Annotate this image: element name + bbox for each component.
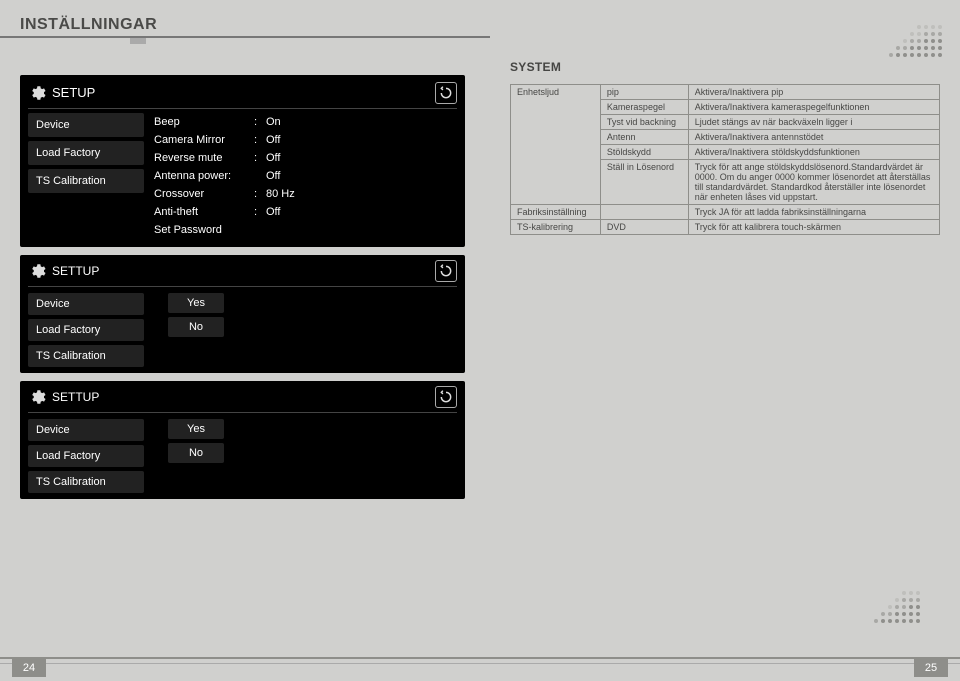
sidebar-item-device[interactable]: Device [28, 293, 144, 315]
dot-decoration-bottom [874, 591, 920, 626]
setup-panel-title: SETUP [52, 85, 95, 100]
setting-set-password[interactable]: Set Password [154, 221, 457, 239]
sidebar-item-load-factory[interactable]: Load Factory [28, 445, 144, 467]
gear-icon [28, 84, 46, 102]
setting-camera-mirror[interactable]: Camera Mirror:Off [154, 131, 457, 149]
compact2-sidebar: Device Load Factory TS Calibration [28, 417, 144, 493]
cell-enhetsljud: Enhetsljud [511, 85, 601, 205]
compact1-header: SETTUP [28, 259, 457, 287]
cell: Ljudet stängs av när backväxeln ligger i [688, 115, 939, 130]
back-button[interactable] [435, 260, 457, 282]
back-button[interactable] [435, 386, 457, 408]
cell: Aktivera/Inaktivera kameraspegelfunktion… [688, 100, 939, 115]
gear-icon [28, 262, 46, 280]
yes-button[interactable]: Yes [168, 419, 224, 439]
sidebar-item-ts-calibration[interactable]: TS Calibration [28, 471, 144, 493]
table-row: Enhetsljud pip Aktivera/Inaktivera pip [511, 85, 940, 100]
setting-antenna-power[interactable]: Antenna power:Off [154, 167, 457, 185]
system-table: Enhetsljud pip Aktivera/Inaktivera pip K… [510, 84, 940, 235]
cell [600, 205, 688, 220]
sidebar-item-device[interactable]: Device [28, 113, 144, 137]
back-button[interactable] [435, 82, 457, 104]
page-title: INSTÄLLNINGAR [20, 16, 157, 34]
cell: DVD [600, 220, 688, 235]
header-notch-decoration [130, 38, 146, 44]
compact1-main: Yes No [144, 291, 457, 367]
setup-main: Beep:On Camera Mirror:Off Reverse mute:O… [144, 113, 457, 239]
compact1-title: SETTUP [52, 264, 99, 278]
setting-reverse-mute[interactable]: Reverse mute:Off [154, 149, 457, 167]
cell: Tyst vid backning [600, 115, 688, 130]
gear-icon [28, 388, 46, 406]
cell: Aktivera/Inaktivera pip [688, 85, 939, 100]
table-row: Fabriksinställning Tryck JA för att ladd… [511, 205, 940, 220]
compact1-sidebar: Device Load Factory TS Calibration [28, 291, 144, 367]
header-underline [0, 36, 490, 38]
dot-decoration-top [889, 25, 942, 60]
sidebar-item-load-factory[interactable]: Load Factory [28, 319, 144, 341]
cell: Aktivera/Inaktivera antennstödet [688, 130, 939, 145]
setting-crossover[interactable]: Crossover:80 Hz [154, 185, 457, 203]
right-column: SYSTEM Enhetsljud pip Aktivera/Inaktiver… [510, 60, 940, 235]
sidebar-item-ts-calibration[interactable]: TS Calibration [28, 169, 144, 193]
cell: TS-kalibrering [511, 220, 601, 235]
compact2-title: SETTUP [52, 390, 99, 404]
sidebar-item-ts-calibration[interactable]: TS Calibration [28, 345, 144, 367]
setting-beep[interactable]: Beep:On [154, 113, 457, 131]
cell: Fabriksinställning [511, 205, 601, 220]
setting-anti-theft[interactable]: Anti-theft:Off [154, 203, 457, 221]
cell: Antenn [600, 130, 688, 145]
yes-button[interactable]: Yes [168, 293, 224, 313]
cell: pip [600, 85, 688, 100]
cell: Tryck JA för att ladda fabriksinställnin… [688, 205, 939, 220]
setup-panel: SETUP Device Load Factory TS Calibration… [20, 75, 465, 247]
cell: Tryck för att ange stöldskyddslösenord.S… [688, 160, 939, 205]
compact-panel-2: SETTUP Device Load Factory TS Calibratio… [20, 381, 465, 499]
no-button[interactable]: No [168, 317, 224, 337]
compact-panel-1: SETTUP Device Load Factory TS Calibratio… [20, 255, 465, 373]
cell: Ställ in Lösenord [600, 160, 688, 205]
cell: Stöldskydd [600, 145, 688, 160]
no-button[interactable]: No [168, 443, 224, 463]
page-number-left: 24 [12, 659, 46, 677]
setup-sidebar: Device Load Factory TS Calibration [28, 113, 144, 239]
compact2-header: SETTUP [28, 385, 457, 413]
sidebar-item-device[interactable]: Device [28, 419, 144, 441]
table-row: TS-kalibrering DVD Tryck för att kalibre… [511, 220, 940, 235]
footer: 24 25 [0, 655, 960, 681]
page-number-right: 25 [914, 659, 948, 677]
cell: Tryck för att kalibrera touch-skärmen [688, 220, 939, 235]
setup-panel-header: SETUP [28, 81, 457, 109]
sidebar-item-load-factory[interactable]: Load Factory [28, 141, 144, 165]
cell: Kameraspegel [600, 100, 688, 115]
cell: Aktivera/Inaktivera stöldskyddsfunktione… [688, 145, 939, 160]
system-heading: SYSTEM [510, 60, 940, 74]
left-column: SETUP Device Load Factory TS Calibration… [20, 75, 465, 507]
compact2-main: Yes No [144, 417, 457, 493]
